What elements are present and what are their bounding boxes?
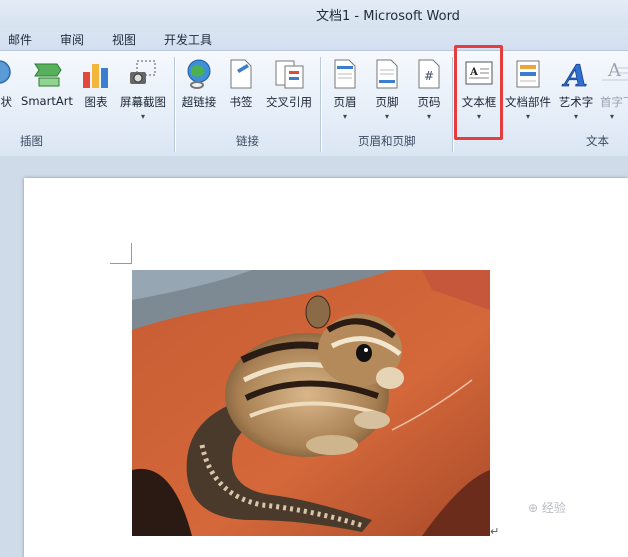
footer-icon [376,59,398,89]
margin-crop-mark [110,263,132,264]
shapes-icon [0,60,11,84]
hyperlink-label: 超链接 [181,95,217,109]
chevron-down-icon: ▾ [525,112,531,121]
bookmark-icon [230,59,252,89]
screenshot-button[interactable]: 屏幕截图 ▾ [116,54,170,126]
quickparts-label: 文档部件 [505,95,551,109]
inserted-photo[interactable] [132,270,490,536]
smartart-button[interactable]: SmartArt [18,54,76,126]
cross-reference-icon [275,60,304,89]
chevron-down-icon: ▾ [573,112,579,121]
bar-chart-icon [83,64,108,88]
crossref-button[interactable]: 交叉引用 [262,54,316,126]
smartart-icon [34,63,62,87]
page-number-button[interactable]: # 页码 ▾ [412,54,446,126]
chevron-down-icon: ▾ [342,112,348,121]
page-number-icon: # [418,59,440,89]
group-label-header-footer: 页眉和页脚 [358,134,416,148]
wordart-button[interactable]: A 艺术字 ▾ [554,54,598,126]
textbox-label: 文本框 [461,95,497,109]
chevron-down-icon: ▾ [384,112,390,121]
chipmunk-image [132,270,490,536]
window-title: 文档1 - Microsoft Word [316,9,460,24]
group-separator [174,57,175,152]
footer-button[interactable]: 页脚 ▾ [370,54,404,126]
globe-link-icon [187,59,211,89]
tab-developer[interactable]: 开发工具 [164,31,212,48]
title-bar: 文档1 - Microsoft Word [0,0,628,28]
dropcap-label: 首字下 [600,95,628,109]
ribbon-tabs: 邮件 审阅 视图 开发工具 [0,28,628,50]
header-button[interactable]: 页眉 ▾ [328,54,362,126]
margin-crop-mark [131,243,132,264]
watermark: ⊕ 经验 [528,501,566,515]
tab-view[interactable]: 视图 [112,31,136,48]
header-icon [334,59,356,89]
screenshot-label: 屏幕截图 [120,95,166,109]
bookmark-button[interactable]: 书签 [224,54,258,126]
group-separator [320,57,321,152]
tab-mailings[interactable]: 邮件 [8,31,32,48]
crossref-label: 交叉引用 [266,95,312,109]
quick-parts-icon [516,60,540,88]
group-label-illustrations: 插图 [20,134,43,148]
chevron-down-icon: ▾ [426,112,432,121]
wordart-icon: A [561,59,588,90]
screenshot-icon [130,60,156,84]
svg-text:A: A [469,67,478,78]
wordart-label: 艺术字 [558,95,594,109]
chart-button[interactable]: 图表 [78,54,114,126]
group-separator [452,57,453,152]
shapes-label: 状 [0,95,13,109]
svg-text:A: A [561,59,587,90]
svg-text:#: # [424,69,434,83]
paragraph-mark: ↵ [490,525,500,538]
textbox-button[interactable]: A 文本框 ▾ [458,54,500,126]
dropcap-button[interactable]: A 首字下 ▾ [598,54,628,126]
chevron-down-icon: ▾ [609,112,615,121]
bookmark-label: 书签 [229,95,253,109]
header-label: 页眉 [333,95,357,109]
group-label-links: 链接 [236,134,259,148]
ribbon: 状 SmartArt 图表 屏幕截图 ▾ 插图 超链接 书签 交叉引用 链接 页… [0,50,628,157]
svg-text:A: A [607,60,622,81]
smartart-label: SmartArt [21,94,73,108]
shapes-button[interactable]: 状 [0,54,12,126]
page-number-label: 页码 [417,95,441,109]
footer-label: 页脚 [375,95,399,109]
group-label-text: 文本 [586,134,609,148]
text-box-icon: A [465,61,493,85]
chart-label: 图表 [84,95,108,109]
quickparts-button[interactable]: 文档部件 ▾ [504,54,552,126]
chevron-down-icon: ▾ [476,112,482,121]
hyperlink-button[interactable]: 超链接 [178,54,220,126]
tab-review[interactable]: 审阅 [60,31,84,48]
drop-cap-icon: A [602,60,628,81]
chevron-down-icon: ▾ [140,112,146,121]
